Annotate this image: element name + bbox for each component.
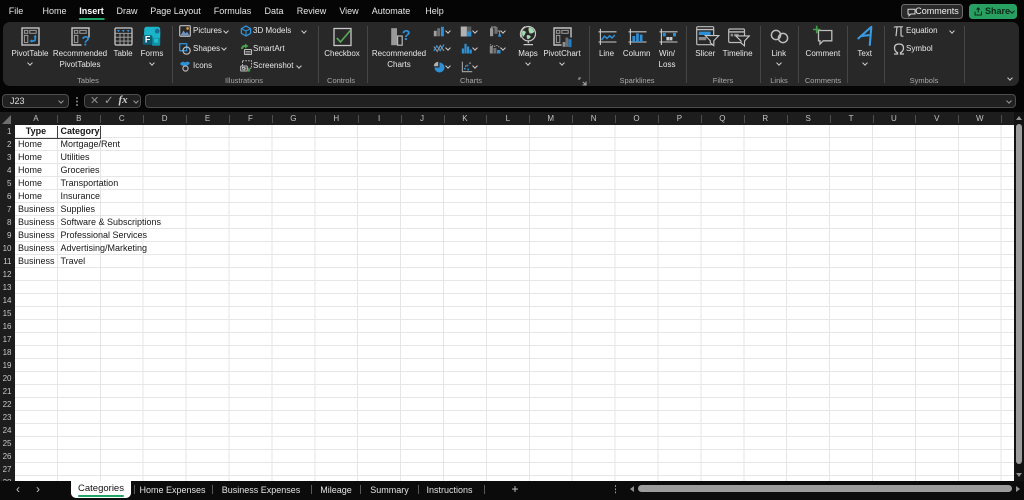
svg-text:F: F [144, 35, 150, 45]
svg-text:?: ? [81, 33, 89, 48]
svg-text:?: ? [401, 28, 410, 44]
